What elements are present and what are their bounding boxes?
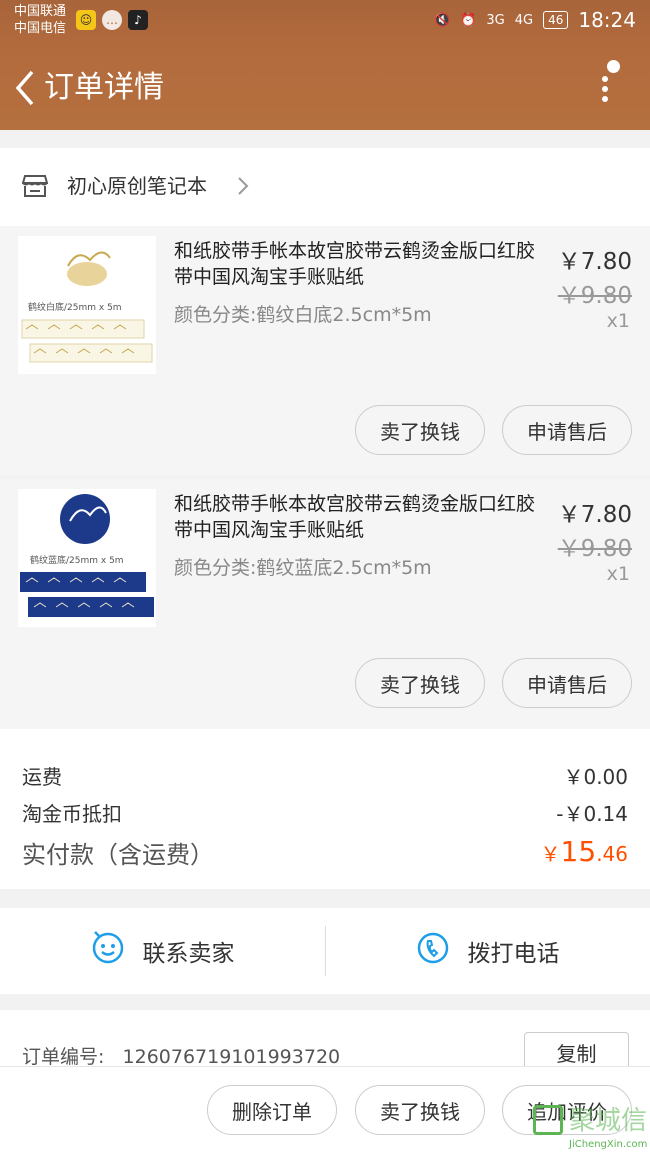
carrier-info: 中国联通 中国电信 <box>14 3 66 37</box>
order-item[interactable]: 鹤纹白底/25mm x 5m 和纸胶带手帐本故宫胶带云鹤烫金版口红胶带中国风淘宝… <box>0 226 650 476</box>
app-notification-icon: ☺ <box>76 10 96 30</box>
notification-icons: ☺ … ♪ <box>76 10 148 30</box>
product-thumbnail[interactable]: 鹤纹蓝底/25mm x 5m <box>18 489 156 627</box>
payment-summary: 运费 ￥0.00 淘金币抵扣 -￥0.14 实付款（含运费） ￥15.46 <box>0 729 650 889</box>
order-item[interactable]: 鹤纹蓝底/25mm x 5m 和纸胶带手帐本故宫胶带云鹤烫金版口红胶带中国风淘宝… <box>0 479 650 729</box>
original-price: ￥9.80 <box>557 283 632 309</box>
watermark-text: 聚城信 <box>569 1106 648 1136</box>
coin-label: 淘金币抵扣 <box>22 802 122 826</box>
resell-button[interactable]: 卖了换钱 <box>355 1085 485 1135</box>
resell-button[interactable]: 卖了换钱 <box>355 658 485 708</box>
call-label: 拨打电话 <box>467 941 560 967</box>
product-spec: 颜色分类:鹤纹白底2.5cm*5m <box>174 304 432 326</box>
product-title[interactable]: 和纸胶带手帐本故宫胶带云鹤烫金版口红胶带中国风淘宝手账贴纸 <box>174 491 544 543</box>
coin-row: 淘金币抵扣 -￥0.14 <box>22 798 628 827</box>
quantity: x1 <box>606 310 630 332</box>
shop-row[interactable]: 初心原创笔记本 <box>0 148 650 226</box>
menu-dot <box>602 86 608 92</box>
quantity: x1 <box>606 563 630 585</box>
resell-button[interactable]: 卖了换钱 <box>355 405 485 455</box>
product-price: ￥7.80 <box>557 249 632 275</box>
store-icon <box>21 174 49 198</box>
shop-name: 初心原创笔记本 <box>67 174 207 198</box>
shipping-label: 运费 <box>22 765 62 789</box>
shipping-value: ￥0.00 <box>563 765 628 789</box>
paid-symbol: ￥ <box>540 842 561 866</box>
watermark-logo-icon <box>533 1105 563 1135</box>
product-thumbnail[interactable]: 鹤纹白底/25mm x 5m <box>18 236 156 374</box>
status-bar: 中国联通 中国电信 ☺ … ♪ 🔇 ⏰ 3G 4G 46 18:24 <box>0 0 650 42</box>
watermark-sub: JiChengXin.com <box>569 1139 648 1150</box>
product-spec: 颜色分类:鹤纹蓝底2.5cm*5m <box>174 557 432 579</box>
menu-dot <box>602 96 608 102</box>
delete-order-button[interactable]: 删除订单 <box>207 1085 337 1135</box>
call-button[interactable]: 拨打电话 <box>325 908 650 994</box>
thumb-caption: 鹤纹蓝底/25mm x 5m <box>30 554 124 566</box>
contact-seller-label: 联系卖家 <box>142 941 235 967</box>
phone-icon <box>416 931 450 971</box>
paid-label: 实付款（含运费） <box>22 841 214 869</box>
after-sales-button[interactable]: 申请售后 <box>502 405 632 455</box>
system-status: 🔇 ⏰ 3G 4G 46 18:24 <box>434 8 636 32</box>
original-price: ￥9.80 <box>557 536 632 562</box>
chevron-right-icon <box>236 174 250 204</box>
contact-bar: 联系卖家 拨打电话 <box>0 908 650 994</box>
mute-icon: 🔇 <box>433 12 451 28</box>
coin-value: -￥0.14 <box>556 802 628 826</box>
tiktok-icon: ♪ <box>128 10 148 30</box>
order-number: 126076719101993720 <box>122 1046 341 1068</box>
product-title[interactable]: 和纸胶带手帐本故宫胶带云鹤烫金版口红胶带中国风淘宝手账贴纸 <box>174 238 544 290</box>
paid-total: ￥15.46 <box>541 835 628 870</box>
header-bar: 中国联通 中国电信 ☺ … ♪ 🔇 ⏰ 3G 4G 46 18:24 订单详情 <box>0 0 650 130</box>
message-icon: … <box>102 10 122 30</box>
paid-int: 15 <box>560 835 597 868</box>
shipping-row: 运费 ￥0.00 <box>22 761 628 790</box>
page-title: 订单详情 <box>44 70 164 105</box>
menu-dot <box>602 76 608 82</box>
carrier-1: 中国联通 <box>14 4 67 19</box>
more-menu-icon[interactable] <box>590 60 620 108</box>
order-number-row: 订单编号: 126076719101993720 <box>22 1042 340 1069</box>
back-arrow-icon[interactable] <box>12 68 42 108</box>
thumb-caption: 鹤纹白底/25mm x 5m <box>28 301 122 313</box>
signal-4g: 4G <box>514 12 534 28</box>
alarm-icon: ⏰ <box>460 12 477 28</box>
battery-icon: 46 <box>543 11 569 29</box>
product-price: ￥7.80 <box>557 502 632 528</box>
paid-row: 实付款（含运费） ￥15.46 <box>22 835 628 870</box>
order-number-label: 订单编号: <box>22 1046 105 1068</box>
paid-dec: .46 <box>596 842 628 866</box>
signal-3g: 3G <box>486 12 505 28</box>
chat-icon <box>91 931 125 971</box>
nav-bar: 订单详情 <box>0 50 650 126</box>
watermark: 聚城信 JiChengXin.com <box>533 1105 648 1153</box>
clock: 18:24 <box>578 8 636 32</box>
contact-seller-button[interactable]: 联系卖家 <box>0 908 325 994</box>
notification-dot <box>607 60 620 73</box>
carrier-2: 中国电信 <box>14 21 67 36</box>
after-sales-button[interactable]: 申请售后 <box>502 658 632 708</box>
